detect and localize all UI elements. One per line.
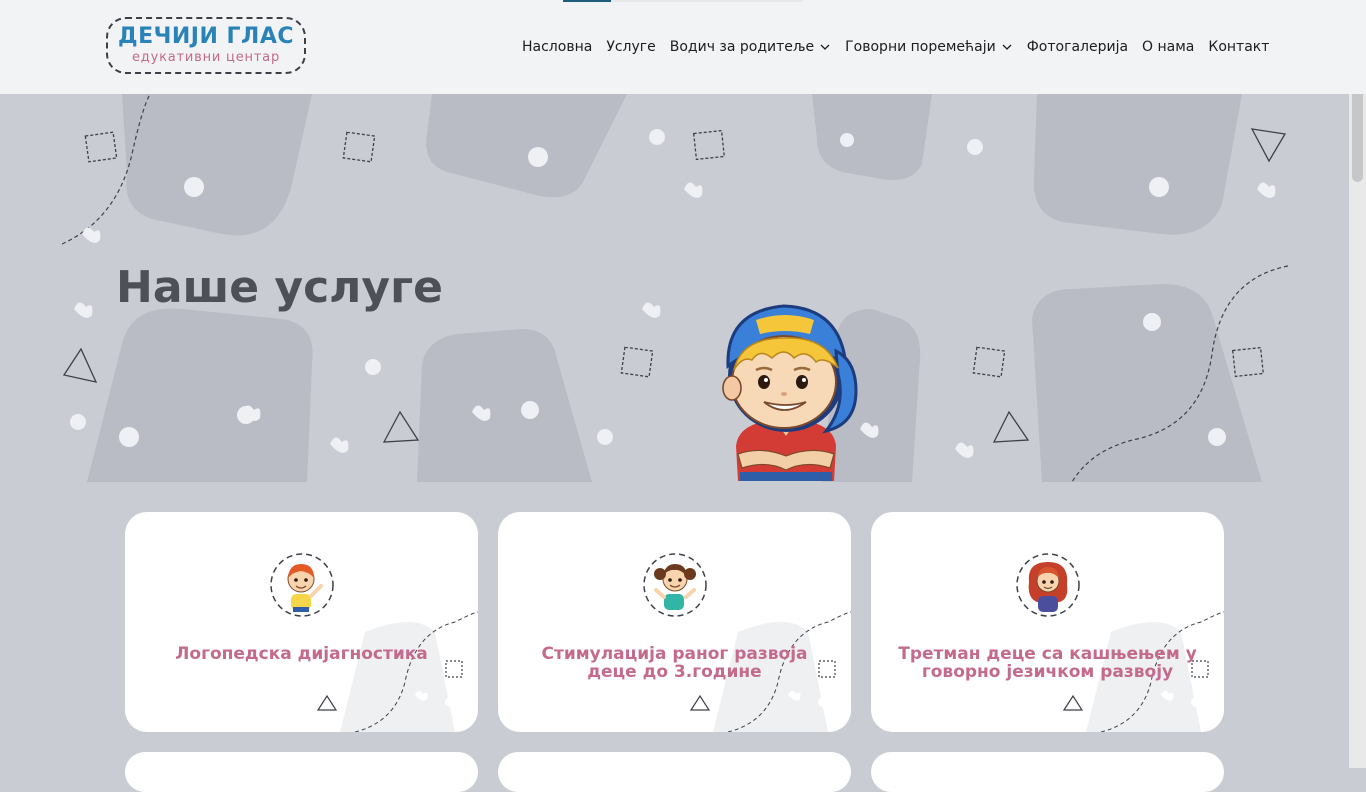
- nav-item-about[interactable]: О нама: [1142, 39, 1194, 55]
- girl-redhead-avatar-icon: [1016, 553, 1080, 617]
- chevron-down-icon: [1002, 44, 1012, 50]
- pattern-blob: [417, 329, 592, 482]
- boy-waving-avatar-icon: [270, 553, 334, 617]
- service-card-early-development[interactable]: Стимулација раног развоја деце до 3.годи…: [498, 512, 851, 732]
- service-card-next-row[interactable]: [871, 752, 1224, 792]
- nav-label: Фотогалерија: [1026, 39, 1129, 55]
- nav-item-services[interactable]: Услуге: [606, 39, 655, 55]
- boy-with-cap-illustration: [722, 304, 858, 481]
- service-title: Третман деце са кашњењем у говорно језич…: [898, 644, 1197, 682]
- card-pattern-decoration: [1062, 611, 1224, 732]
- nav-item-speech-disorders[interactable]: Говорни поремећаји: [845, 39, 1013, 55]
- logo-title: ДЕЧИЈИ ГЛАС: [117, 24, 295, 49]
- pattern-blob: [122, 94, 312, 236]
- chevron-down-icon: [820, 44, 830, 50]
- service-title: Стимулација раног развоја деце до 3.годи…: [541, 644, 808, 682]
- nav-item-home[interactable]: Насловна: [522, 39, 592, 55]
- page-scrollbar[interactable]: [1349, 0, 1366, 768]
- reading-progress-fill: [563, 0, 611, 2]
- service-title: Логопедска дијагностика: [175, 644, 428, 664]
- nav-item-parents-guide[interactable]: Водич за родитеље: [670, 39, 831, 55]
- logo-subtitle: едукативни центар: [132, 50, 280, 65]
- nav-label: Услуге: [606, 39, 656, 55]
- main-nav: Насловна Услуге Водич за родитеље Говорн…: [522, 37, 1269, 57]
- service-card-next-row[interactable]: [125, 752, 478, 792]
- card-pattern-decoration: [316, 611, 478, 732]
- nav-label: Контакт: [1208, 39, 1270, 55]
- pattern-blob: [1032, 284, 1262, 482]
- service-card-speech-diagnostics[interactable]: Логопедска дијагностика: [125, 512, 478, 732]
- pattern-blob: [812, 94, 932, 180]
- nav-label: Говорни поремећаји: [845, 39, 996, 55]
- pattern-blob: [426, 94, 627, 198]
- nav-label: О нама: [1142, 39, 1195, 55]
- card-pattern-decoration: [689, 611, 851, 732]
- reading-progress-bar: [563, 0, 803, 2]
- service-card-next-row[interactable]: [498, 752, 851, 792]
- site-header: ДЕЧИЈИ ГЛАС едукативни центар Насловна У…: [0, 0, 1366, 94]
- page-title: Наше услуге: [116, 262, 443, 313]
- nav-item-contact[interactable]: Контакт: [1208, 39, 1269, 55]
- nav-item-gallery[interactable]: Фотогалерија: [1027, 39, 1128, 55]
- girl-waving-avatar-icon: [643, 553, 707, 617]
- nav-label: Насловна: [522, 39, 593, 55]
- site-logo[interactable]: ДЕЧИЈИ ГЛАС едукативни центар: [106, 17, 306, 74]
- pattern-blob: [1033, 94, 1242, 235]
- nav-label: Водич за родитеље: [669, 39, 815, 55]
- pattern-blob: [87, 308, 313, 482]
- service-card-speech-delay-treatment[interactable]: Третман деце са кашњењем у говорно језич…: [871, 512, 1224, 732]
